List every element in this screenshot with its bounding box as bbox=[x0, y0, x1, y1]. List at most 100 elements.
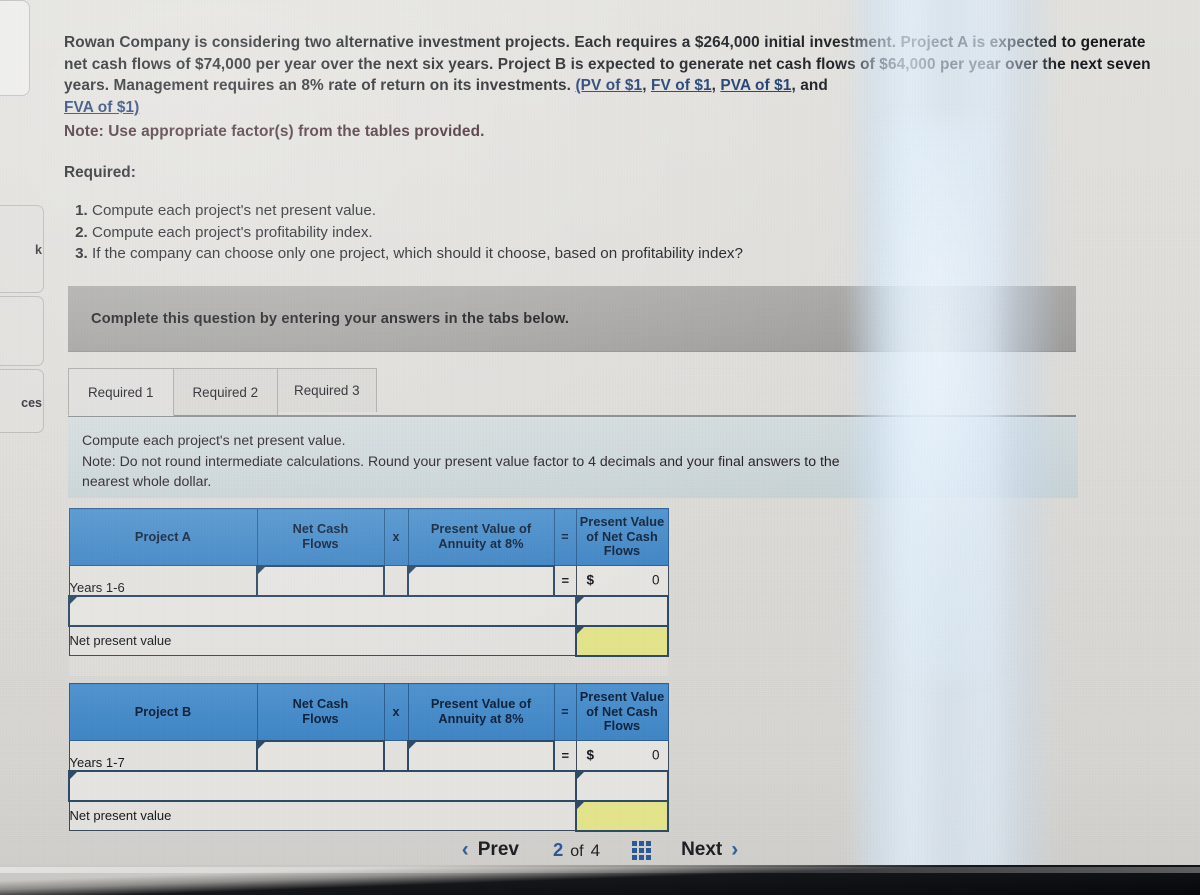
project-b-equals-symbol: = bbox=[553, 683, 577, 741]
project-a-multiply-symbol: x bbox=[383, 508, 409, 566]
current-page-number: 2 bbox=[552, 839, 564, 860]
required-item-1: Compute each project's net present value… bbox=[92, 201, 1024, 222]
photographed-screen: k ces Rowan Company is considering two a… bbox=[0, 0, 1200, 895]
project-a-cashflow-amount: $74,000 bbox=[194, 55, 252, 73]
fv-of-1-link[interactable]: FV of $1 bbox=[651, 77, 712, 94]
project-a-npv-input[interactable] bbox=[575, 624, 669, 657]
project-a-col-net-cash-flows: Net Cash Flows bbox=[256, 508, 385, 566]
project-a-header-row: Project A Net Cash Flows x Present Value… bbox=[68, 508, 669, 566]
tab-required-1[interactable]: Required 1 bbox=[68, 368, 174, 416]
project-b-multiply-symbol: x bbox=[383, 683, 409, 741]
question-document: Rowan Company is considering two alterna… bbox=[0, 0, 1200, 895]
project-b-table: Project B Net Cash Flows x Present Value… bbox=[68, 683, 669, 832]
col-pv-net-cash-line2: of Net Cash bbox=[586, 529, 658, 544]
project-a-gap-row bbox=[69, 655, 668, 676]
project-b-col-net-cash-flows: Net Cash Flows bbox=[256, 683, 385, 741]
sep-1: , bbox=[642, 77, 651, 94]
next-button[interactable]: Next › bbox=[665, 838, 754, 862]
project-a-row-label: Years 1-6 bbox=[68, 565, 258, 596]
task-instruction-line-2: Note: Do not round intermediate calculat… bbox=[82, 452, 840, 469]
project-b-row-multiply bbox=[384, 740, 408, 771]
required-heading: Required: bbox=[64, 164, 136, 181]
project-a-pv-result: $ 0 bbox=[575, 565, 669, 596]
col-pv-annuity-line1: Present Value of bbox=[430, 522, 532, 537]
project-a-net-cash-flows-input[interactable] bbox=[256, 564, 385, 597]
col-net-cash-flows-line2: Flows bbox=[302, 711, 339, 726]
factor-note: Note: Use appropriate factor(s) from the… bbox=[64, 123, 485, 140]
project-b-col-pv-net-cash: Present Value of Net Cash Flows bbox=[575, 683, 669, 741]
project-b-title: Project B bbox=[68, 683, 258, 741]
project-b-npv-row: Net present value bbox=[68, 799, 669, 832]
task-instruction-line-1: Compute each project's net present value… bbox=[82, 432, 346, 448]
project-b-extra-input-right[interactable] bbox=[575, 769, 669, 802]
project-a-equals-symbol: = bbox=[553, 508, 577, 566]
project-a-extra-input-right[interactable] bbox=[575, 594, 669, 627]
col-pv-annuity-line1: Present Value of bbox=[430, 697, 532, 712]
project-a-row-equals: = bbox=[554, 565, 576, 596]
required-item-3: If the company can choose only one proje… bbox=[92, 244, 1024, 265]
chevron-left-icon: ‹ bbox=[461, 838, 469, 861]
project-b-pv-result: $ 0 bbox=[575, 740, 669, 771]
instruction-banner-text: Complete this question by entering your … bbox=[91, 310, 570, 327]
page-of-label: of bbox=[570, 843, 584, 860]
prev-button[interactable]: ‹ Prev bbox=[446, 838, 535, 862]
project-b-result-value: 0 bbox=[651, 747, 660, 763]
project-b-pv-annuity-input[interactable] bbox=[407, 739, 555, 772]
pv-of-1-link[interactable]: (PV of $1 bbox=[575, 77, 642, 94]
col-net-cash-flows-line2: Flows bbox=[302, 536, 339, 551]
col-pv-net-cash-line1: Present Value bbox=[579, 690, 665, 705]
project-a-extra-input-left[interactable] bbox=[68, 594, 577, 627]
project-b-row-equals: = bbox=[554, 740, 576, 771]
project-b-extra-input-left[interactable] bbox=[68, 769, 577, 802]
required-item-2: Compute each project's profitability ind… bbox=[92, 223, 1024, 244]
total-pages-number: 4 bbox=[590, 841, 601, 860]
project-a-currency-symbol: $ bbox=[586, 572, 595, 588]
project-a-npv-label: Net present value bbox=[68, 625, 576, 656]
prompt-text-1: Rowan Company is considering two alterna… bbox=[64, 34, 695, 51]
project-a-result-value: 0 bbox=[651, 572, 660, 588]
chevron-right-icon: › bbox=[731, 838, 739, 861]
project-b-cashflow-amount: $64,000 bbox=[879, 55, 936, 73]
col-pv-net-cash-line1: Present Value bbox=[579, 515, 665, 530]
task-instructions: Compute each project's net present value… bbox=[68, 419, 1078, 498]
project-a-table: Project A Net Cash Flows x Present Value… bbox=[68, 508, 669, 676]
project-b-npv-label: Net present value bbox=[68, 800, 576, 831]
col-pv-annuity-line2: Annuity at 8% bbox=[438, 536, 524, 551]
project-a-years-row: Years 1-6 = $ 0 bbox=[68, 564, 669, 597]
pva-of-1-link[interactable]: PVA of $1 bbox=[720, 77, 791, 94]
tab-underline bbox=[68, 415, 1076, 417]
project-a-title: Project A bbox=[68, 508, 258, 566]
col-pv-net-cash-line3: Flows bbox=[603, 544, 641, 559]
project-b-row-label: Years 1-7 bbox=[68, 740, 258, 771]
grid-menu-icon[interactable] bbox=[632, 840, 652, 860]
project-b-currency-symbol: $ bbox=[586, 747, 595, 763]
fva-of-1-link[interactable]: FVA of $1) bbox=[64, 99, 139, 116]
col-net-cash-flows-line1: Net Cash bbox=[292, 522, 349, 537]
project-a-col-pv-net-cash: Present Value of Net Cash Flows bbox=[575, 508, 669, 566]
and-text: , and bbox=[791, 77, 828, 94]
project-b-net-cash-flows-input[interactable] bbox=[256, 739, 385, 772]
next-button-label: Next bbox=[681, 839, 723, 860]
tab-bar: Required 1 Required 2 Required 3 bbox=[68, 368, 377, 416]
project-a-pv-annuity-input[interactable] bbox=[407, 564, 555, 597]
col-net-cash-flows-line1: Net Cash bbox=[292, 697, 349, 712]
project-a-col-pv-annuity: Present Value of Annuity at 8% bbox=[407, 508, 555, 566]
col-pv-net-cash-line2: of Net Cash bbox=[586, 704, 658, 719]
project-b-header-row: Project B Net Cash Flows x Present Value… bbox=[68, 683, 669, 741]
col-pv-annuity-line2: Annuity at 8% bbox=[438, 711, 524, 726]
project-b-years-row: Years 1-7 = $ 0 bbox=[68, 739, 669, 772]
question-prompt: Rowan Company is considering two alterna… bbox=[64, 32, 1160, 143]
project-a-npv-row: Net present value bbox=[68, 624, 669, 657]
page-counter: 2 of 4 bbox=[535, 839, 618, 861]
tab-required-2[interactable]: Required 2 bbox=[172, 368, 279, 416]
prev-button-label: Prev bbox=[477, 839, 519, 860]
monitor-bezel-sheen bbox=[0, 867, 1200, 873]
project-b-col-pv-annuity: Present Value of Annuity at 8% bbox=[407, 683, 555, 741]
prompt-text-3: per year over the next six years. Projec… bbox=[251, 55, 880, 73]
initial-investment-amount: $264,000 bbox=[694, 34, 760, 51]
project-b-npv-input[interactable] bbox=[575, 799, 669, 832]
instruction-banner: Complete this question by entering your … bbox=[68, 286, 1076, 352]
task-instruction-line-3: nearest whole dollar. bbox=[82, 473, 212, 489]
project-b-blank-row bbox=[68, 769, 669, 802]
tab-required-3[interactable]: Required 3 bbox=[277, 368, 377, 412]
